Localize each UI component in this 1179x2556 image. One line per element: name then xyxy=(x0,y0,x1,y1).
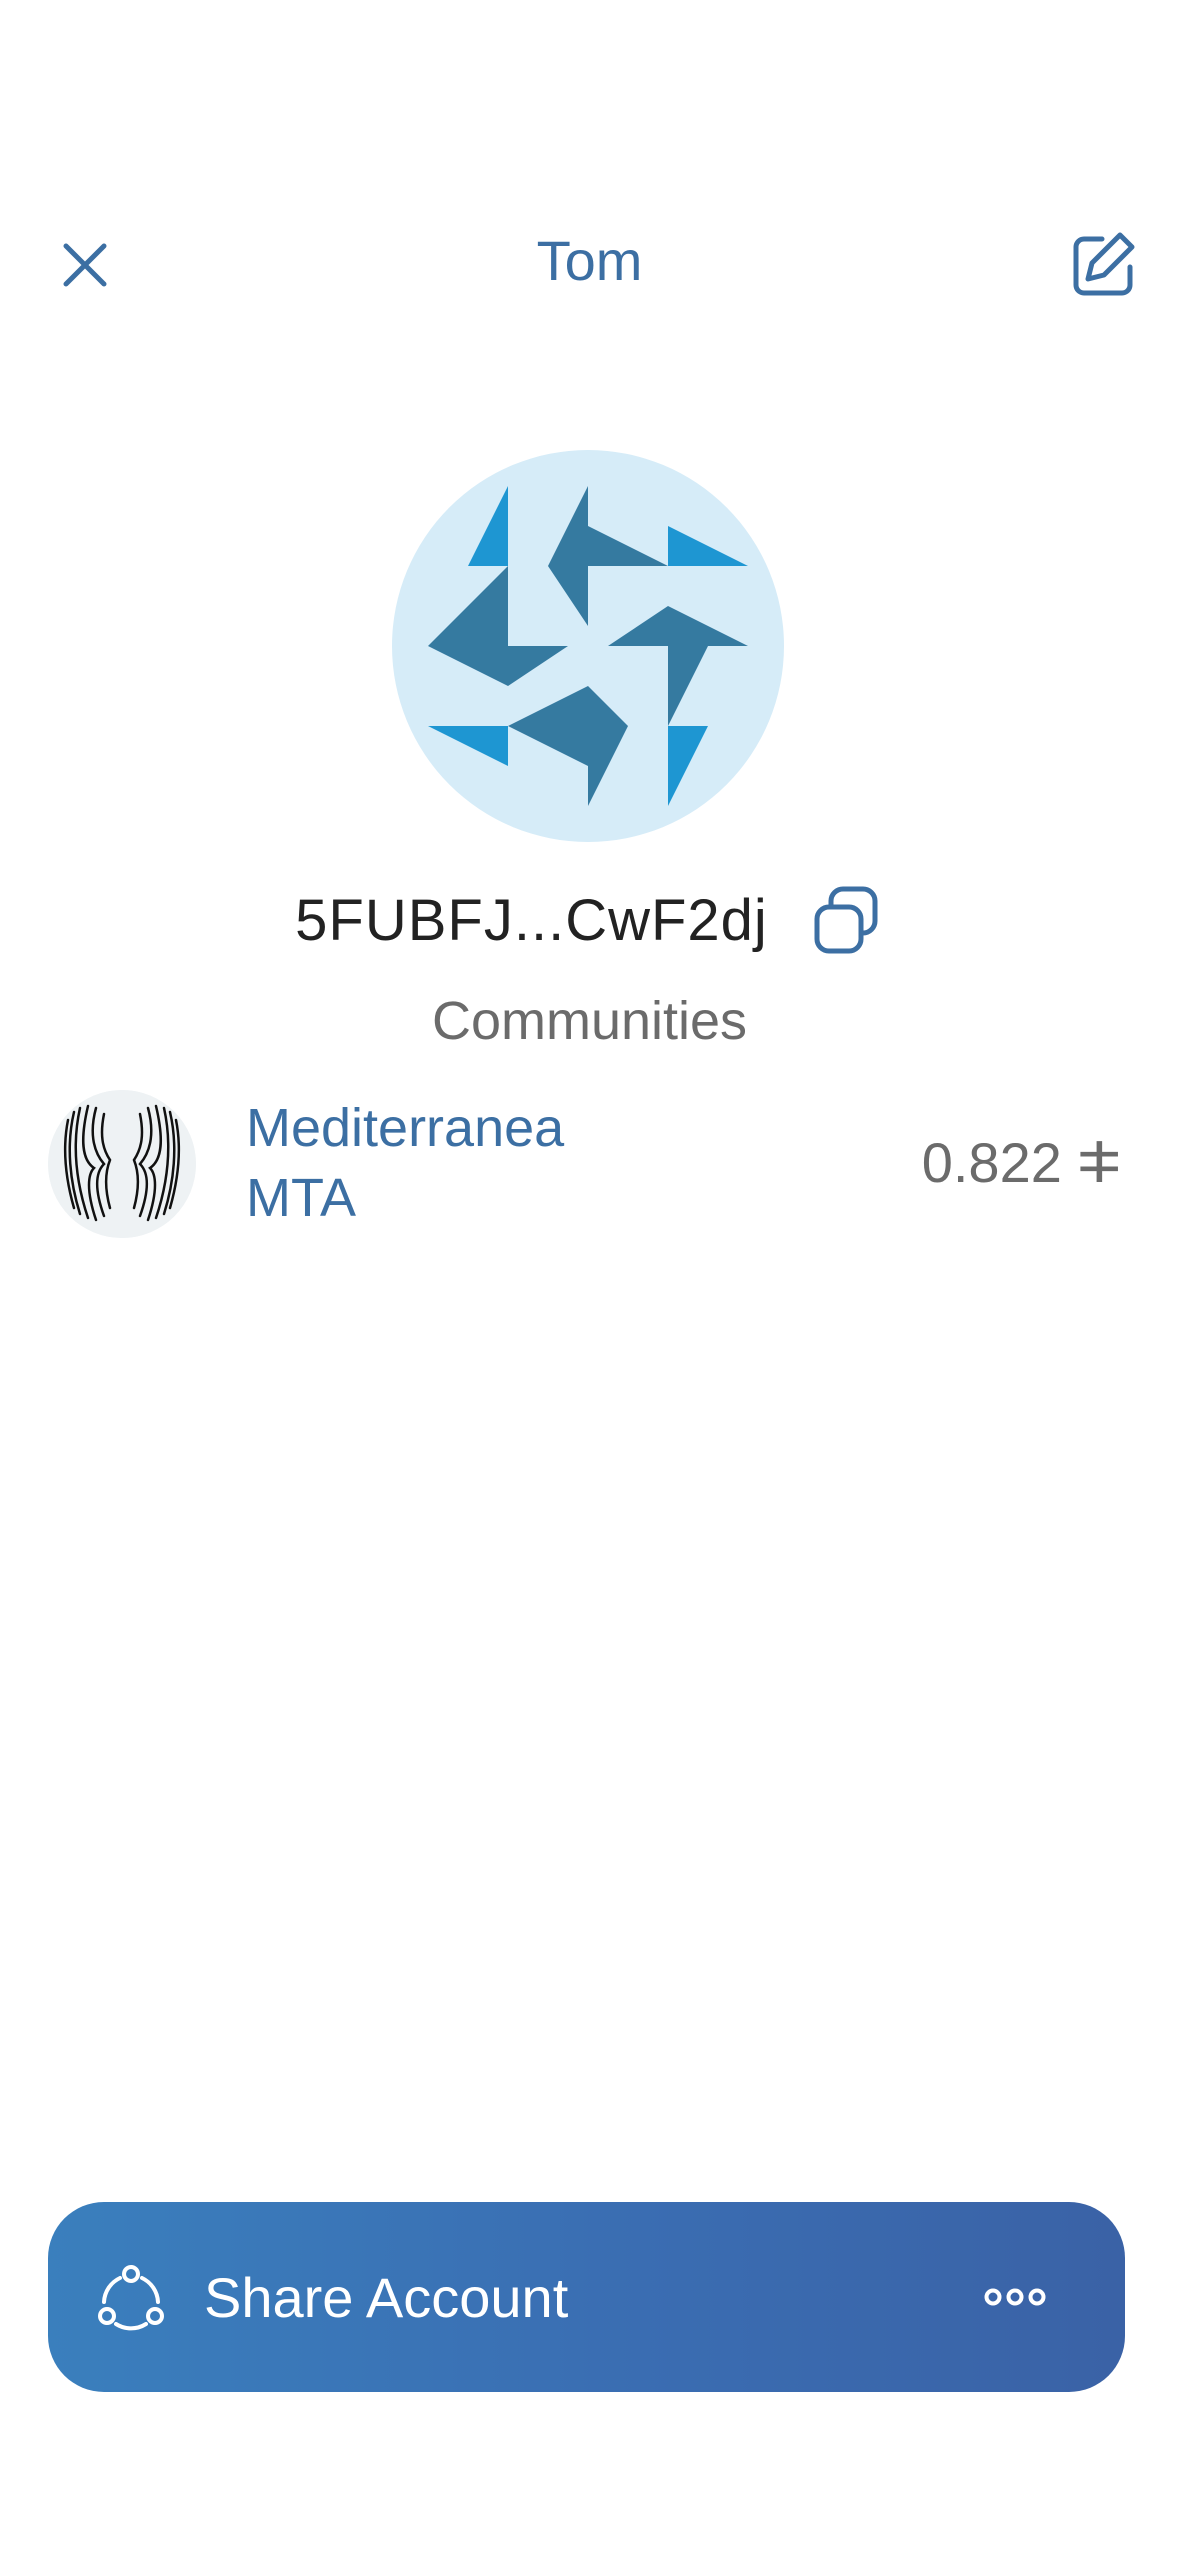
share-account-label: Share Account xyxy=(204,2265,569,2329)
community-list-item[interactable]: Mediterranea MTA 0.822 ⵐ xyxy=(48,1085,1131,1245)
mediterranea-logo xyxy=(48,1090,196,1238)
community-name: Mediterranea xyxy=(246,1098,565,1158)
header: Tom xyxy=(0,200,1179,320)
community-balance: 0.822 ⵐ xyxy=(921,1131,1121,1194)
communities-heading: Communities xyxy=(431,991,748,1051)
account-address: 5FUBFJ...CwF2dj xyxy=(295,887,768,953)
share-account-bar: Share Account xyxy=(48,2202,1125,2392)
page-title: Tom xyxy=(536,229,643,292)
edit-icon xyxy=(1073,232,1135,296)
address-row: 5FUBFJ...CwF2dj xyxy=(0,880,1179,960)
copy-address-button[interactable] xyxy=(808,882,884,958)
share-account-button[interactable]: Share Account xyxy=(48,2202,945,2392)
share-icon xyxy=(96,2262,166,2332)
more-icon xyxy=(984,2288,1046,2306)
account-identicon xyxy=(392,450,784,842)
community-avatar xyxy=(48,1090,196,1238)
account-detail-screen: Tom 5FUBFJ...CwF2dj Communities Mediterr… xyxy=(0,0,1179,2556)
community-symbol: MTA xyxy=(246,1168,356,1228)
edit-button[interactable] xyxy=(1059,220,1149,310)
more-options-button[interactable] xyxy=(945,2202,1085,2392)
copy-icon xyxy=(814,886,878,954)
